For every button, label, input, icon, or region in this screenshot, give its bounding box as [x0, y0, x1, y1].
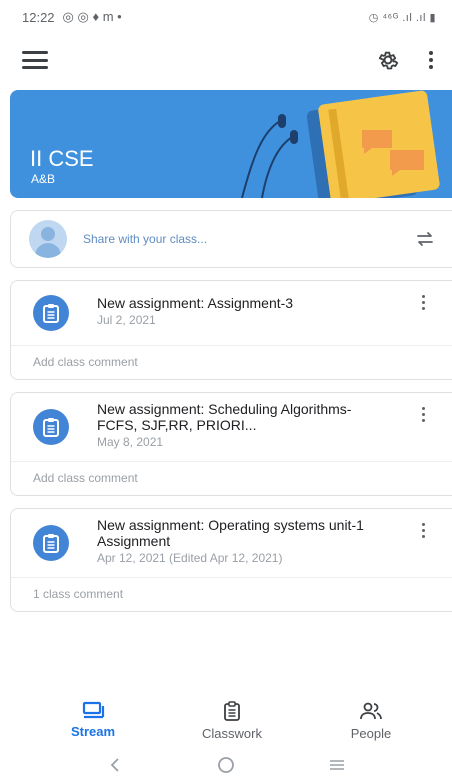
share-input[interactable]: Share with your class... [83, 232, 414, 246]
post-date: Apr 12, 2021 (Edited Apr 12, 2021) [97, 551, 283, 565]
nav-classwork[interactable]: Classwork [187, 700, 277, 746]
class-name: II CSE [30, 146, 94, 171]
divider [11, 461, 452, 462]
stream-post[interactable]: New assignment: Operating systems unit-1… [10, 508, 452, 612]
status-left: 12:22 ◎ ◎ ♦ m • [22, 9, 122, 25]
repost-icon[interactable] [414, 228, 436, 250]
stream-post[interactable]: New assignment: Assignment-3 Jul 2, 2021… [10, 280, 452, 380]
app-bar-actions [376, 48, 440, 72]
notification-icons: ◎ ◎ ♦ m • [62, 9, 122, 24]
home-icon[interactable] [214, 755, 238, 775]
class-banner[interactable]: II CSE A&B [10, 90, 452, 198]
nav-people[interactable]: People [326, 700, 416, 746]
post-title: New assignment: Operating systems unit-1… [97, 517, 364, 549]
avatar [29, 220, 67, 258]
nav-people-label: People [350, 726, 392, 741]
recents-icon[interactable] [325, 755, 349, 775]
more-vert-icon[interactable] [422, 49, 440, 71]
post-more-icon[interactable] [418, 295, 428, 310]
stream-post[interactable]: New assignment: Scheduling Algorithms- F… [10, 392, 452, 496]
status-bar: 12:22 ◎ ◎ ♦ m • ◷ ⁴⁶ᴳ .ıl .ıl ▮ [0, 0, 452, 34]
post-more-icon[interactable] [418, 407, 428, 422]
classwork-icon [224, 701, 240, 721]
bottom-nav: Stream Classwork People [0, 700, 452, 746]
stream-icon [82, 701, 105, 719]
nav-stream-label: Stream [70, 724, 116, 739]
menu-icon[interactable] [22, 51, 48, 69]
system-status-icons: ◷ ⁴⁶ᴳ .ıl .ıl ▮ [368, 11, 436, 24]
post-title: New assignment: Assignment-3 [97, 295, 294, 311]
post-date: May 8, 2021 [97, 435, 164, 449]
post-date: Jul 2, 2021 [97, 313, 156, 327]
post-title: New assignment: Scheduling Algorithms- F… [97, 401, 352, 433]
nav-classwork-label: Classwork [202, 726, 262, 741]
people-icon [360, 702, 382, 720]
class-section: A&B [31, 172, 56, 186]
post-more-icon[interactable] [418, 523, 428, 538]
status-time: 12:22 [22, 9, 55, 25]
app-bar [0, 40, 452, 80]
divider [11, 577, 452, 578]
gear-icon[interactable] [376, 48, 400, 72]
share-with-class-card[interactable]: Share with your class... [10, 210, 452, 268]
back-icon[interactable] [103, 755, 127, 775]
nav-stream[interactable]: Stream [48, 700, 138, 746]
divider [11, 345, 452, 346]
add-class-comment[interactable]: Add class comment [33, 471, 138, 485]
system-nav-bar [0, 752, 452, 778]
class-comment-count[interactable]: 1 class comment [33, 587, 123, 601]
banner-illustration [241, 90, 440, 198]
add-class-comment[interactable]: Add class comment [33, 355, 138, 369]
